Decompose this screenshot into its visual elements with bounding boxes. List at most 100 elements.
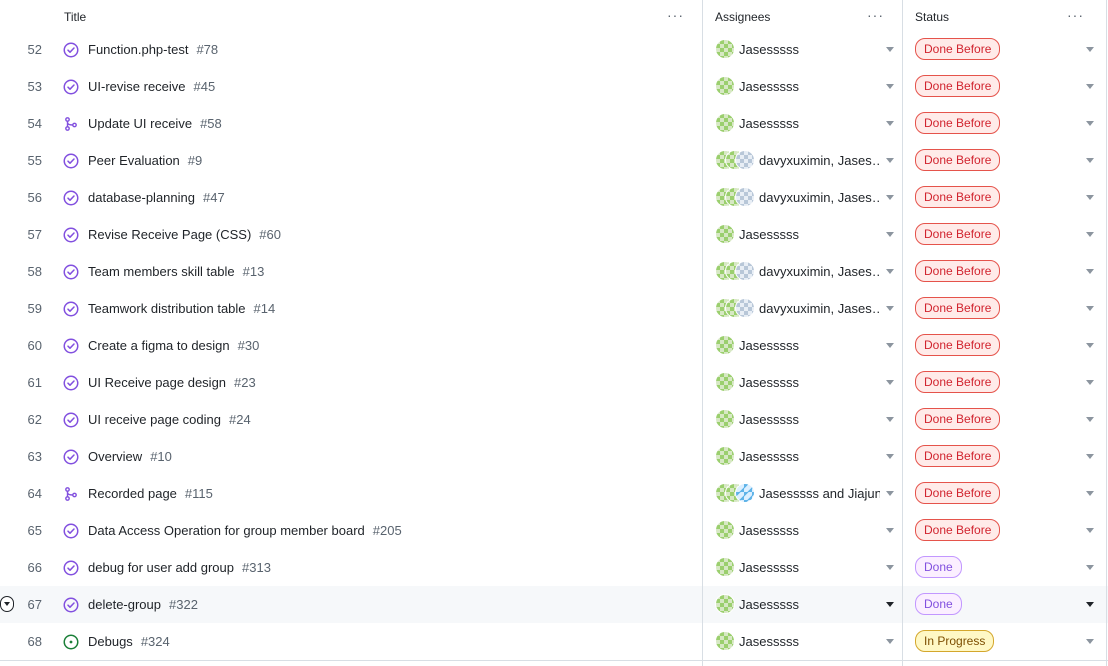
chevron-down-icon[interactable] bbox=[886, 195, 894, 200]
table-row[interactable]: 58 Team members skill table #13 davyxuximin… bbox=[0, 253, 1108, 291]
assignees-text[interactable]: Jasesssss bbox=[739, 623, 880, 660]
table-row[interactable]: 56 database-planning #47 davyxuximin, Jases… bbox=[0, 179, 1108, 217]
table-row[interactable]: 65 Data Access Operation for group member… bbox=[0, 512, 1108, 550]
assignees-column-menu-icon[interactable]: ··· bbox=[867, 8, 884, 22]
status-badge[interactable]: Done Before bbox=[915, 297, 1001, 319]
chevron-down-icon[interactable] bbox=[1086, 121, 1094, 126]
item-title-link[interactable]: Function.php-test #78 bbox=[88, 31, 218, 68]
status-column-header[interactable]: Status bbox=[915, 0, 949, 33]
table-row[interactable]: 62 UI receive page coding #24 Jasesssss Done… bbox=[0, 401, 1108, 439]
item-title-link[interactable]: Revise Receive Page (CSS) #60 bbox=[88, 216, 281, 253]
chevron-down-icon[interactable] bbox=[1086, 343, 1094, 348]
item-title-link[interactable]: Debugs #324 bbox=[88, 623, 170, 660]
chevron-down-icon[interactable] bbox=[886, 417, 894, 422]
chevron-down-icon[interactable] bbox=[1086, 84, 1094, 89]
chevron-down-icon[interactable] bbox=[886, 269, 894, 274]
table-row[interactable]: 66 debug for user add group #313 Jasesssss D… bbox=[0, 549, 1108, 587]
chevron-down-icon[interactable] bbox=[886, 565, 894, 570]
item-title-link[interactable]: UI Receive page design #23 bbox=[88, 364, 256, 401]
item-title-link[interactable]: Teamwork distribution table #14 bbox=[88, 290, 275, 327]
assignees-text[interactable]: Jasesssss bbox=[739, 68, 880, 105]
assignees-text[interactable]: Jasesssss and Jiajun… bbox=[759, 475, 880, 512]
table-row[interactable]: 59 Teamwork distribution table #14 davyxuxi… bbox=[0, 290, 1108, 328]
status-badge[interactable]: Done Before bbox=[915, 223, 1001, 245]
item-title-link[interactable]: Team members skill table #13 bbox=[88, 253, 264, 290]
chevron-down-icon[interactable] bbox=[886, 343, 894, 348]
chevron-down-icon[interactable] bbox=[1086, 639, 1094, 644]
table-row[interactable]: 63 Overview #10 Jasesssss Done Before bbox=[0, 438, 1108, 476]
status-badge[interactable]: Done Before bbox=[915, 38, 1001, 60]
chevron-down-icon[interactable] bbox=[1086, 454, 1094, 459]
assignees-text[interactable]: Jasesssss bbox=[739, 364, 880, 401]
item-title-link[interactable]: debug for user add group #313 bbox=[88, 549, 271, 586]
assignees-text[interactable]: Jasesssss bbox=[739, 586, 880, 623]
chevron-down-icon[interactable] bbox=[1086, 417, 1094, 422]
chevron-down-icon[interactable] bbox=[886, 47, 894, 52]
assignees-text[interactable]: davyxuximin, Jases… bbox=[759, 253, 880, 290]
chevron-down-icon[interactable] bbox=[1086, 491, 1094, 496]
chevron-down-icon[interactable] bbox=[1086, 269, 1094, 274]
table-row[interactable]: 64 Recorded page #115 Jasesssss and Jiajun…… bbox=[0, 475, 1108, 513]
status-column-menu-icon[interactable]: ··· bbox=[1067, 8, 1084, 22]
chevron-down-icon[interactable] bbox=[1086, 306, 1094, 311]
item-title-link[interactable]: Create a figma to design #30 bbox=[88, 327, 259, 364]
assignees-text[interactable]: davyxuximin, Jases… bbox=[759, 142, 880, 179]
item-title-link[interactable]: delete-group #322 bbox=[88, 586, 198, 623]
assignees-text[interactable]: Jasesssss bbox=[739, 31, 880, 68]
assignees-text[interactable]: Jasesssss bbox=[739, 105, 880, 142]
item-title-link[interactable]: Recorded page #115 bbox=[88, 475, 213, 512]
chevron-down-icon[interactable] bbox=[886, 84, 894, 89]
chevron-down-icon[interactable] bbox=[886, 639, 894, 644]
item-title-link[interactable]: UI-revise receive #45 bbox=[88, 68, 215, 105]
table-row[interactable]: 53 UI-revise receive #45 Jasesssss Done Befo… bbox=[0, 68, 1108, 106]
status-badge[interactable]: Done bbox=[915, 556, 962, 578]
chevron-down-icon[interactable] bbox=[886, 380, 894, 385]
chevron-down-icon[interactable] bbox=[886, 232, 894, 237]
assignees-text[interactable]: Jasesssss bbox=[739, 549, 880, 586]
status-badge[interactable]: Done Before bbox=[915, 334, 1001, 356]
status-badge[interactable]: Done Before bbox=[915, 408, 1001, 430]
item-title-link[interactable]: Update UI receive #58 bbox=[88, 105, 222, 142]
table-row[interactable]: 57 Revise Receive Page (CSS) #60 Jasesssss D… bbox=[0, 216, 1108, 254]
chevron-down-icon[interactable] bbox=[886, 306, 894, 311]
assignees-text[interactable]: Jasesssss bbox=[739, 327, 880, 364]
chevron-down-icon[interactable] bbox=[886, 158, 894, 163]
chevron-down-icon[interactable] bbox=[1086, 158, 1094, 163]
chevron-down-icon[interactable] bbox=[1086, 565, 1094, 570]
title-column-menu-icon[interactable]: ··· bbox=[667, 8, 684, 22]
chevron-down-icon[interactable] bbox=[886, 491, 894, 496]
table-row[interactable]: 52 Function.php-test #78 Jasesssss Done Befo… bbox=[0, 31, 1108, 69]
table-row[interactable]: 55 Peer Evaluation #9 davyxuximin, Jases… Do… bbox=[0, 142, 1108, 180]
title-column-header[interactable]: Title bbox=[64, 0, 86, 33]
assignees-text[interactable]: Jasesssss bbox=[739, 401, 880, 438]
status-badge[interactable]: In Progress bbox=[915, 630, 995, 652]
item-title-link[interactable]: Overview #10 bbox=[88, 438, 172, 475]
chevron-down-icon[interactable] bbox=[1086, 232, 1094, 237]
assignees-column-header[interactable]: Assignees bbox=[715, 0, 770, 33]
chevron-down-icon[interactable] bbox=[1086, 195, 1094, 200]
item-title-link[interactable]: Peer Evaluation #9 bbox=[88, 142, 202, 179]
status-badge[interactable]: Done Before bbox=[915, 186, 1001, 208]
status-badge[interactable]: Done bbox=[915, 593, 962, 615]
table-row[interactable]: 54 Update UI receive #58 Jasesssss Done Befo… bbox=[0, 105, 1108, 143]
status-badge[interactable]: Done Before bbox=[915, 112, 1001, 134]
item-title-link[interactable]: UI receive page coding #24 bbox=[88, 401, 251, 438]
status-badge[interactable]: Done Before bbox=[915, 519, 1001, 541]
status-badge[interactable]: Done Before bbox=[915, 149, 1001, 171]
item-title-link[interactable]: database-planning #47 bbox=[88, 179, 225, 216]
table-row[interactable]: 61 UI Receive page design #23 Jasesssss Done… bbox=[0, 364, 1108, 402]
table-row[interactable]: 60 Create a figma to design #30 Jasesssss Do… bbox=[0, 327, 1108, 365]
chevron-down-icon[interactable] bbox=[1086, 602, 1094, 607]
table-row[interactable]: 67 delete-group #322 Jasesssss Done bbox=[0, 586, 1108, 624]
chevron-down-icon[interactable] bbox=[886, 121, 894, 126]
assignees-text[interactable]: Jasesssss bbox=[739, 216, 880, 253]
status-badge[interactable]: Done Before bbox=[915, 260, 1001, 282]
item-title-link[interactable]: Data Access Operation for group member b… bbox=[88, 512, 402, 549]
chevron-down-icon[interactable] bbox=[1086, 528, 1094, 533]
table-row[interactable]: 68 Debugs #324 Jasesssss In Progress bbox=[0, 623, 1108, 661]
chevron-down-icon[interactable] bbox=[886, 528, 894, 533]
status-badge[interactable]: Done Before bbox=[915, 445, 1001, 467]
assignees-text[interactable]: Jasesssss bbox=[739, 512, 880, 549]
chevron-down-icon[interactable] bbox=[1086, 380, 1094, 385]
assignees-text[interactable]: davyxuximin, Jases… bbox=[759, 290, 880, 327]
